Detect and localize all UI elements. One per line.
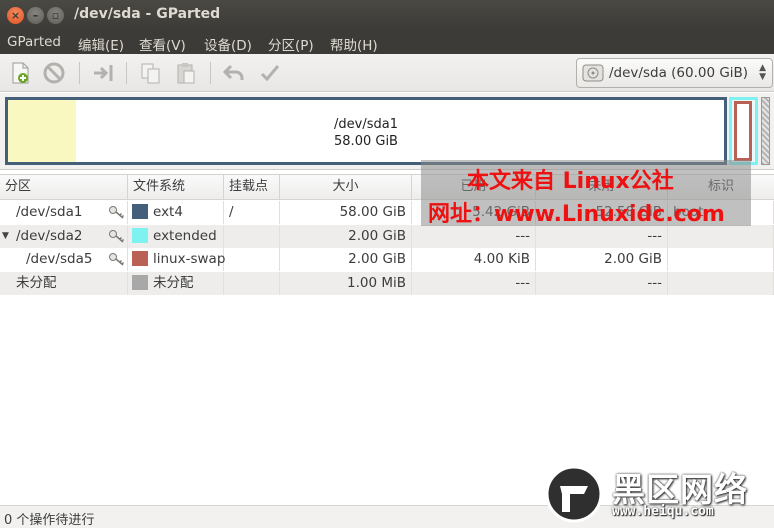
cell-size: 2.00 GiB [280,248,412,271]
partition-block-size: 58.00 GiB [334,134,398,149]
maximize-window-button[interactable]: ▫ [47,7,64,24]
cell-mountpoint: / [224,201,280,224]
column-header-size[interactable]: 大小 [280,175,412,199]
filesystem-label: extended [153,227,217,244]
cell-filesystem: linux-swap [128,248,226,271]
column-header-mountpoint[interactable]: 挂载点 [224,175,280,199]
apply-icon[interactable] [258,61,282,85]
toolbar-separator [79,62,80,84]
cell-flags [668,271,774,295]
heiqu-logo-icon [545,465,603,523]
copy-icon[interactable] [139,61,163,85]
undo-icon[interactable] [222,61,246,85]
menu-edit[interactable]: 编辑(E) [78,34,124,54]
filesystem-color-swatch [132,274,148,290]
menu-view[interactable]: 查看(V) [139,34,186,54]
cell-used: 4.00 KiB [412,248,536,271]
window-title: /dev/sda - GParted [74,6,221,22]
cell-unused: --- [536,271,668,295]
table-row[interactable]: 未分配 未分配 1.00 MiB --- --- [0,271,774,295]
cell-flags [668,248,774,271]
hard-disk-icon [582,63,604,83]
chevron-up-down-icon: ▲ ▼ [759,63,766,82]
cell-unused: 2.00 GiB [536,248,668,271]
menu-device[interactable]: 设备(D) [204,34,252,54]
cell-filesystem: ext4 [128,201,224,224]
cell-filesystem: 未分配 [128,271,224,295]
column-header-partition[interactable]: 分区 [0,175,128,199]
new-partition-icon[interactable] [8,61,32,85]
unallocated-block[interactable] [761,97,770,165]
column-header-filesystem[interactable]: 文件系统 [128,175,224,199]
watermark-line-2: 网址：www.Linuxidc.com [428,202,725,227]
filesystem-color-swatch [132,251,148,266]
menu-help[interactable]: 帮助(H) [330,34,378,54]
partition-block-sda5-swap[interactable] [734,101,752,161]
resize-move-icon[interactable] [92,61,116,85]
logo-url: www.heiqu.com [612,504,714,519]
cell-used: --- [412,271,536,295]
menu-partition[interactable]: 分区(P) [268,34,314,54]
key-icon [108,228,126,244]
cell-size: 2.00 GiB [280,224,412,248]
cell-mountpoint [224,271,280,295]
menu-bar: GParted 编辑(E) 查看(V) 设备(D) 分区(P) 帮助(H) [0,30,774,54]
cell-size: 1.00 MiB [280,271,412,295]
key-icon [108,251,126,267]
watermark-line-1: 本文来自 Linux公社 [467,169,674,194]
cell-size: 58.00 GiB [280,201,412,224]
cell-filesystem: extended [128,224,224,248]
minimize-window-button[interactable]: – [27,7,44,24]
delete-icon[interactable] [42,61,66,85]
device-selector-label: /dev/sda (60.00 GiB) [609,65,749,81]
menu-gparted[interactable]: GParted [7,34,61,50]
filesystem-label: ext4 [153,204,183,220]
key-icon [108,204,126,220]
toolbar-separator [126,62,127,84]
partition-block-label: /dev/sda1 [334,117,398,132]
filesystem-label: linux-swap [153,251,226,267]
cell-mountpoint [224,224,280,248]
filesystem-color-swatch [132,227,148,243]
cell-mountpoint [224,248,280,271]
paste-icon[interactable] [174,61,198,85]
close-window-button[interactable]: × [7,7,24,24]
partition-block-sda1[interactable]: /dev/sda1 58.00 GiB [5,97,727,165]
title-bar: × – ▫ /dev/sda - GParted [0,0,774,30]
pending-operations-status: 0 个操作待进行 [4,513,95,528]
device-selector[interactable]: /dev/sda (60.00 GiB) ▲ ▼ [576,58,773,88]
disk-map: /dev/sda1 58.00 GiB [0,93,774,170]
toolbar-separator [210,62,211,84]
table-row[interactable]: /dev/sda5 linux-swap 2.00 GiB 4.00 KiB 2.00 … [0,248,774,271]
cell-partition: 未分配 [0,271,128,295]
filesystem-label: 未分配 [153,274,194,291]
filesystem-color-swatch [132,204,148,219]
